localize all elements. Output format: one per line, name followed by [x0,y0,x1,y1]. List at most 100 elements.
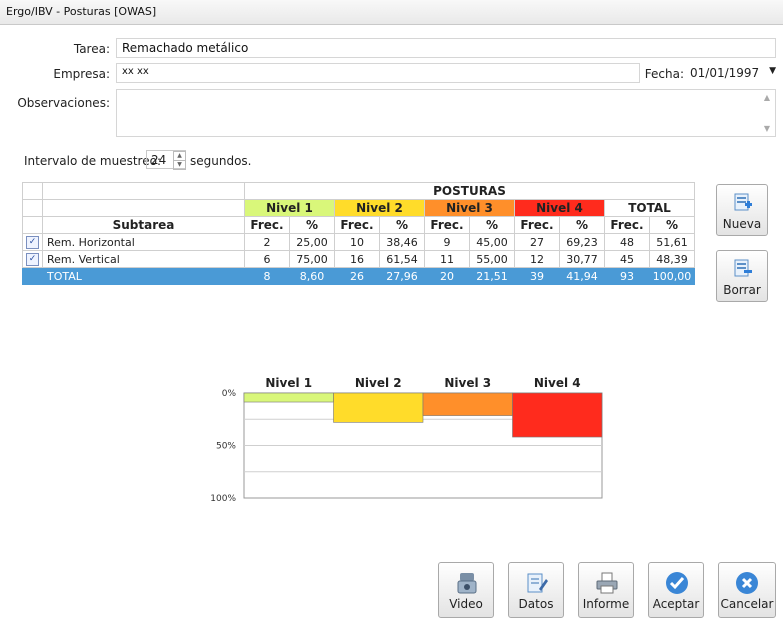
tarea-field[interactable]: Remachado metálico [116,38,776,58]
borrar-button[interactable]: Borrar [716,250,768,302]
posturas-table: POSTURAS Nivel 1 Nivel 2 Nivel 3 Nivel 4… [22,182,695,285]
table-cell: 55,00 [469,250,515,268]
check-icon [666,572,688,594]
level-3-header: Nivel 3 [424,199,515,217]
total-row[interactable]: TOTAL 8 8,60 26 27,96 20 21,51 39 41,94 … [22,267,695,285]
aceptar-button[interactable]: Aceptar [648,562,704,618]
observaciones-label: Observaciones: [17,96,110,110]
owas-window: Ergo/IBV - Posturas [OWAS] Tarea: Remach… [0,0,783,628]
chevron-down-icon[interactable]: ▼ [769,66,776,76]
total-cell: 8,60 [289,267,335,285]
table-row[interactable]: ✓ Rem. Horizontal 2 25,00 10 38,46 9 45,… [22,233,695,251]
level-2-header: Nivel 2 [334,199,425,217]
spin-down-icon[interactable]: ▼ [173,160,186,170]
table-sub-header-row: Subtarea Frec. % Frec. % Frec. % Frec. %… [22,216,695,234]
chart-category-label: Nivel 1 [265,376,312,390]
checkbox-checked-icon[interactable]: ✓ [26,252,39,266]
row-checkbox[interactable]: ✓ [22,250,43,268]
chart-category-label: Nivel 2 [355,376,402,390]
chart-bar [243,392,334,403]
table-cell: 27 [514,233,560,251]
row-name: Rem. Vertical [42,250,245,268]
sub-header: % [289,216,335,234]
blank-cell [22,216,43,234]
scroll-up-icon[interactable]: ▲ [762,93,772,103]
level-1-header: Nivel 1 [244,199,335,217]
sub-header: % [469,216,515,234]
sub-header: Frec. [514,216,560,234]
intervalo-value: 24 [151,153,167,167]
sub-header: % [379,216,425,234]
blank-cell [22,199,43,217]
blank-cell [22,267,43,285]
table-cell: 30,77 [559,250,605,268]
table-cell: 61,54 [379,250,425,268]
table-cell: 2 [244,233,290,251]
nueva-label: Nueva [722,217,762,231]
posturas-chart: 0% 50% 100% Nivel 1 Nivel 2 Nivel 3 Nivel 4 [210,376,603,504]
fecha-select[interactable]: 01/01/1997 ▼ [688,64,778,83]
chart-y-tick-label: 100% [210,494,236,504]
table-cell: 16 [334,250,380,268]
empresa-label: Empresa: [53,67,110,81]
sub-header: Frec. [424,216,470,234]
sub-header: Frec. [244,216,290,234]
cancelar-button[interactable]: Cancelar [718,562,776,618]
total-cell: 100,00 [649,267,695,285]
cancelar-label: Cancelar [720,597,774,611]
table-cell: 69,23 [559,233,605,251]
chart-category-label: Nivel 3 [444,376,491,390]
table-row[interactable]: ✓ Rem. Vertical 6 75,00 16 61,54 11 55,0… [22,250,695,268]
checkbox-checked-icon[interactable]: ✓ [26,235,39,249]
blank-cell [42,199,245,217]
aceptar-label: Aceptar [652,597,700,611]
table-cell: 25,00 [289,233,335,251]
total-name: TOTAL [42,267,245,285]
total-header: TOTAL [604,199,695,217]
total-cell: 27,96 [379,267,425,285]
table-cell: 48,39 [649,250,695,268]
table-cell: 51,61 [649,233,695,251]
observaciones-field[interactable] [116,89,776,137]
blank-cell [42,182,245,200]
delete-document-icon [734,259,752,277]
total-cell: 93 [604,267,650,285]
sub-header: Frec. [334,216,380,234]
video-camera-icon [457,573,477,594]
blank-cell [22,182,43,200]
total-cell: 21,51 [469,267,515,285]
title-bar: Ergo/IBV - Posturas [OWAS] [0,0,783,25]
window-title: Ergo/IBV - Posturas [OWAS] [6,5,157,18]
informe-button[interactable]: Informe [578,562,634,618]
video-label: Video [449,597,483,611]
posturas-header: POSTURAS [244,182,695,200]
intervalo-unit: segundos. [190,154,252,168]
subtarea-header: Subtarea [42,216,245,234]
table-cell: 6 [244,250,290,268]
chart-bar [422,392,513,416]
table-cell: 38,46 [379,233,425,251]
nueva-button[interactable]: Nueva [716,184,768,236]
tarea-label: Tarea: [73,42,110,56]
new-document-icon [734,193,752,211]
table-cell: 45 [604,250,650,268]
borrar-label: Borrar [723,283,761,297]
intervalo-label: Intervalo de muestreo: [24,154,161,168]
fecha-label: Fecha: [644,67,684,81]
level-4-header: Nivel 4 [514,199,605,217]
chart-bar [512,392,603,438]
sub-header: % [559,216,605,234]
total-cell: 20 [424,267,470,285]
table-cell: 10 [334,233,380,251]
intervalo-spinner[interactable]: 24 ▲ ▼ [146,150,186,170]
datos-button[interactable]: Datos [508,562,564,618]
table-cell: 75,00 [289,250,335,268]
video-button[interactable]: Video [438,562,494,618]
edit-document-icon [527,573,548,593]
row-checkbox[interactable]: ✓ [22,233,43,251]
chart-y-tick-label: 50% [216,442,236,452]
total-cell: 26 [334,267,380,285]
scroll-down-icon[interactable]: ▼ [762,124,772,134]
empresa-field[interactable]: xx xx [116,63,640,83]
chart-bar [333,392,424,423]
